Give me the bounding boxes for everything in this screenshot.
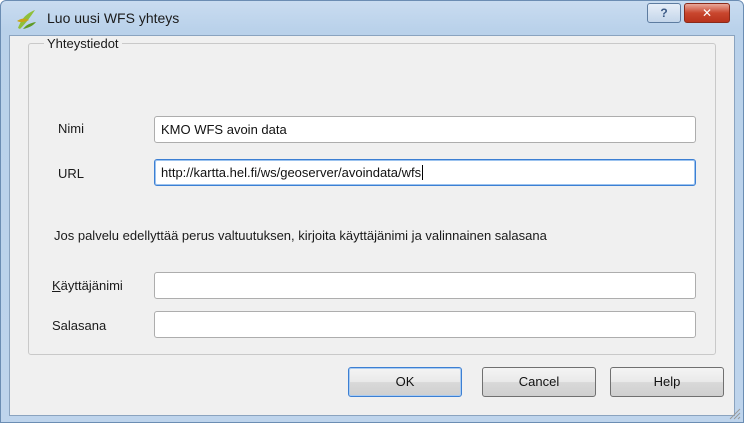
url-input-text: http://kartta.hel.fi/ws/geoserver/avoind… bbox=[161, 165, 422, 180]
password-label: Salasana bbox=[52, 318, 107, 333]
auth-info-text: Jos palvelu edellyttää perus valtuutukse… bbox=[54, 228, 547, 243]
name-label: Nimi bbox=[58, 121, 84, 136]
title-help-button[interactable]: ? bbox=[647, 3, 681, 23]
text-caret bbox=[422, 165, 424, 180]
username-label: Käyttäjänimi bbox=[52, 278, 123, 293]
title-close-button[interactable]: ✕ bbox=[684, 3, 730, 23]
ok-button[interactable]: OK bbox=[348, 367, 462, 397]
group-legend: Yhteystiedot bbox=[44, 36, 122, 51]
url-input[interactable]: http://kartta.hel.fi/ws/geoserver/avoind… bbox=[154, 159, 696, 186]
help-button[interactable]: Help bbox=[610, 367, 724, 397]
username-input[interactable] bbox=[154, 272, 696, 299]
qgis-icon bbox=[17, 10, 36, 29]
password-input[interactable] bbox=[154, 311, 696, 338]
window-title: Luo uusi WFS yhteys bbox=[47, 10, 180, 26]
cancel-button[interactable]: Cancel bbox=[482, 367, 596, 397]
title-bar[interactable]: Luo uusi WFS yhteys ? ✕ bbox=[1, 1, 743, 35]
name-input[interactable]: KMO WFS avoin data bbox=[154, 116, 696, 143]
username-label-mnemonic: K bbox=[52, 278, 61, 293]
resize-grip-icon[interactable] bbox=[727, 406, 741, 420]
url-label: URL bbox=[58, 166, 85, 181]
connection-details-group bbox=[28, 43, 716, 355]
username-label-rest: äyttäjänimi bbox=[60, 278, 123, 293]
